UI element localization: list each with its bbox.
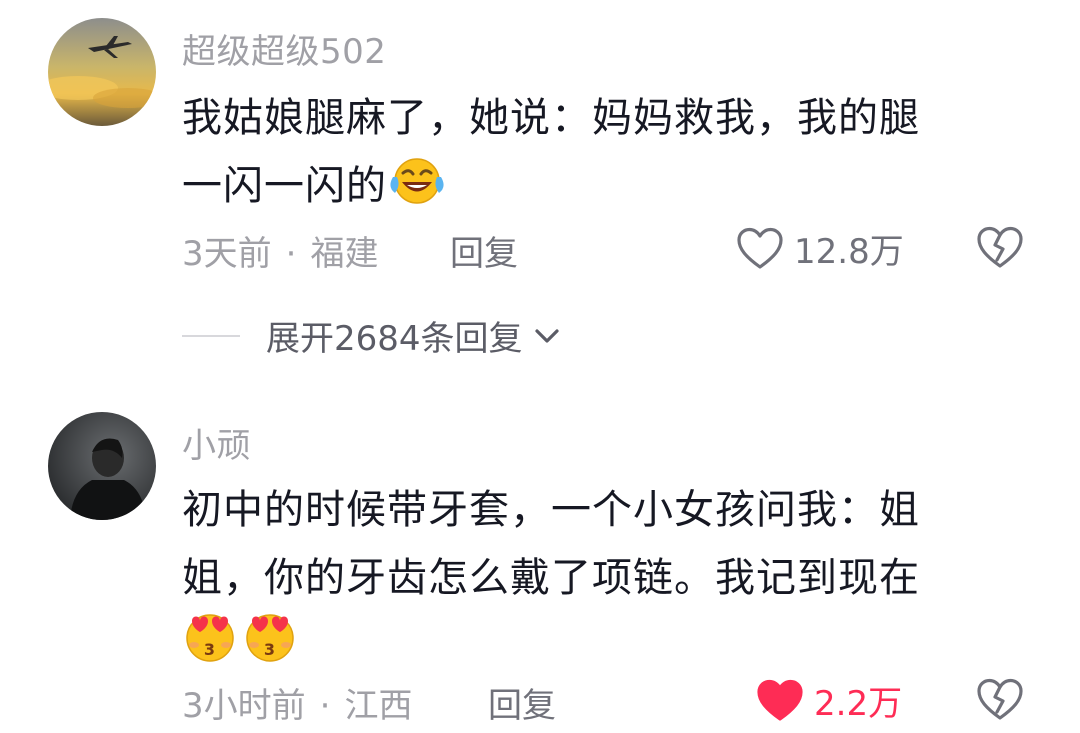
comment-text: 初中的时候带牙套，一个小女孩问我：姐 姐，你的牙齿怎么戴了项链。我记到现在 3: [182, 476, 1002, 678]
like-count: 2.2万: [814, 684, 903, 724]
comment-item: 小顽 初中的时候带牙套，一个小女孩问我：姐 姐，你的牙齿怎么戴了项链。我记到现在…: [0, 400, 1080, 733]
comment-item: 超级超级502 我姑娘腿麻了，她说：妈妈救我，我的腿 一闪一闪的 3天前 · 福建 …: [0, 0, 1080, 300]
comment-text-line-2: 姐，你的牙齿怎么戴了项链。我记到现在: [182, 555, 920, 601]
broken-heart-icon: [977, 678, 1023, 720]
avatar[interactable]: [48, 412, 156, 520]
broken-heart-icon: [977, 226, 1023, 268]
svg-text:3: 3: [204, 640, 216, 659]
reply-button[interactable]: 回复: [488, 678, 556, 727]
comment-meta: 3小时前 · 江西: [182, 678, 412, 727]
heart-icon: [757, 679, 803, 721]
like-count: 12.8万: [794, 232, 904, 272]
meta-separator: ·: [285, 234, 297, 274]
comment-location: 福建: [310, 234, 379, 274]
avatar-image: [48, 18, 156, 126]
comment-text: 我姑娘腿麻了，她说：妈妈救我，我的腿 一闪一闪的: [182, 84, 1002, 220]
laughing-tears-emoji-icon: [389, 155, 445, 205]
emoji-row: 3 3: [182, 613, 1002, 678]
dislike-button[interactable]: [976, 226, 1024, 270]
like-button[interactable]: 2.2万: [756, 676, 902, 725]
comment-text-line: 初中的时候带牙套，一个小女孩问我：姐: [182, 487, 920, 533]
meta-separator: ·: [319, 686, 331, 726]
chevron-down-icon: [534, 328, 559, 343]
comment-text-line: 我姑娘腿麻了，她说：妈妈救我，我的腿: [182, 95, 920, 141]
comment-time: 3天前: [182, 234, 272, 274]
heart-icon: [737, 227, 783, 269]
username[interactable]: 小顽: [182, 418, 251, 467]
avatar-image: [48, 412, 156, 520]
username[interactable]: 超级超级502: [182, 24, 386, 73]
reply-button[interactable]: 回复: [450, 226, 518, 275]
like-button[interactable]: 12.8万: [736, 224, 904, 273]
comment-text-line-2: 一闪一闪的: [182, 152, 1002, 220]
svg-text:3: 3: [264, 640, 276, 659]
dislike-button[interactable]: [976, 678, 1024, 722]
expand-replies-label: 展开2684条回复: [266, 319, 523, 359]
heart-eyes-kiss-emoji-icon: 3: [242, 609, 298, 684]
comment-meta: 3天前 · 福建: [182, 226, 378, 275]
comment-text-segment: 一闪一闪的: [182, 163, 387, 209]
comment-time: 3小时前: [182, 686, 306, 726]
heart-eyes-kiss-emoji-icon: 3: [182, 609, 238, 684]
avatar[interactable]: [48, 18, 156, 126]
expand-replies-button[interactable]: 展开2684条回复: [182, 311, 561, 360]
comment-location: 江西: [344, 686, 413, 726]
divider: [182, 334, 240, 337]
